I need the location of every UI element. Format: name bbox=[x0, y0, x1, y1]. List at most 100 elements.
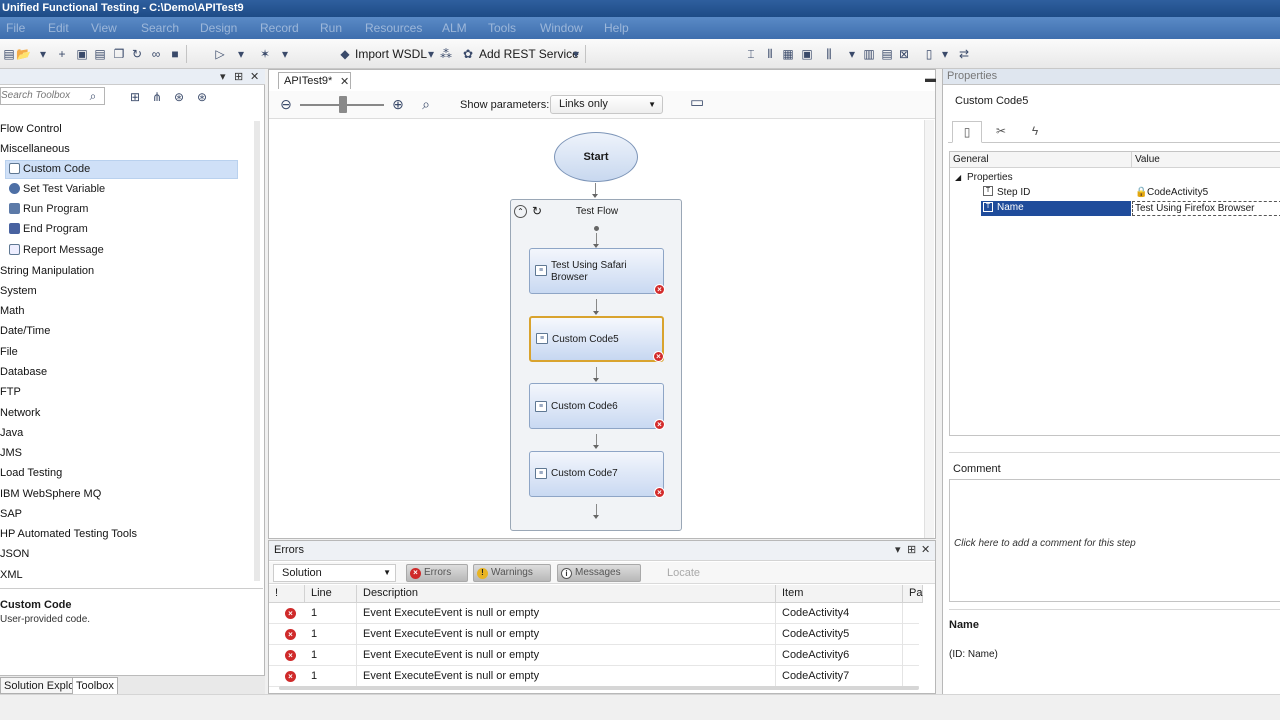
tab-apitest9[interactable]: APITest9* ✕ bbox=[278, 72, 351, 89]
record-dropdown-icon[interactable]: ▾ bbox=[278, 47, 292, 61]
toolbox-tool-1-icon[interactable]: ⊞ bbox=[128, 90, 142, 104]
tree-ibm-websphere-mq[interactable]: IBM WebSphere MQ bbox=[0, 488, 101, 500]
tree-ftp[interactable]: FTP bbox=[0, 386, 21, 398]
tree-flow-control[interactable]: Flow Control bbox=[0, 123, 62, 135]
autohide-icon[interactable]: ⊞ bbox=[234, 70, 243, 83]
tree-end-program[interactable]: End Program bbox=[9, 223, 88, 235]
close-icon[interactable]: ✕ bbox=[340, 74, 349, 90]
tree-report-message[interactable]: Report Message bbox=[9, 244, 104, 256]
close-icon[interactable]: ✕ bbox=[250, 70, 259, 83]
step-custom-code5[interactable]: ≡ Custom Code5 × bbox=[529, 316, 664, 362]
step-custom-code7[interactable]: ≡ Custom Code7 × bbox=[529, 451, 665, 498]
tool-icon-5[interactable]: ⫼ bbox=[822, 47, 836, 61]
tree-run-program[interactable]: Run Program bbox=[9, 203, 88, 215]
tool-icon-3[interactable]: ▦ bbox=[781, 47, 795, 61]
errors-menu-icon[interactable]: ▾ bbox=[895, 541, 901, 560]
tree-string-manipulation[interactable]: String Manipulation bbox=[0, 265, 94, 277]
zoom-out-icon[interactable]: ⊖ bbox=[279, 97, 293, 111]
search-icon[interactable]: ⌕ bbox=[86, 89, 100, 103]
rest-dropdown-icon[interactable]: ▾ bbox=[569, 47, 583, 61]
tab-events-icon[interactable]: ϟ bbox=[1020, 121, 1050, 143]
menu-design[interactable]: Design bbox=[200, 21, 237, 35]
zoom-slider-thumb[interactable] bbox=[339, 96, 347, 113]
tool-icon-7[interactable]: ▤ bbox=[880, 47, 894, 61]
tree-java[interactable]: Java bbox=[0, 427, 23, 439]
menu-search[interactable]: Search bbox=[141, 21, 179, 35]
rest-link-icon[interactable]: ⁂ bbox=[439, 47, 453, 61]
table-row[interactable]: × 1 Event ExecuteEvent is null or empty … bbox=[269, 624, 919, 645]
tab-input-icon[interactable]: ✂ bbox=[986, 121, 1016, 143]
tree-jms[interactable]: JMS bbox=[0, 447, 22, 459]
properties-divider-2[interactable] bbox=[949, 609, 1280, 610]
canvas-scrollbar[interactable] bbox=[924, 120, 934, 538]
menu-help[interactable]: Help bbox=[604, 21, 629, 35]
copy-icon[interactable]: ❐ bbox=[112, 47, 126, 61]
tree-network[interactable]: Network bbox=[0, 407, 40, 419]
tree-system[interactable]: System bbox=[0, 285, 37, 297]
refresh-icon[interactable]: ↻ bbox=[130, 47, 144, 61]
menu-resources[interactable]: Resources bbox=[365, 21, 422, 35]
new-icon[interactable]: ▤ bbox=[2, 47, 16, 61]
locate-button[interactable]: Locate bbox=[667, 567, 700, 579]
tree-database[interactable]: Database bbox=[0, 366, 47, 378]
tab-toolbox[interactable]: Toolbox bbox=[72, 677, 118, 694]
step-test-using-safari[interactable]: ≡ Test Using Safari Browser × bbox=[529, 248, 665, 295]
save-icon[interactable]: ▣ bbox=[75, 47, 89, 61]
pin-icon[interactable]: ▾ bbox=[220, 70, 226, 83]
warnings-filter-button[interactable]: ! Warnings bbox=[473, 564, 551, 582]
menu-edit[interactable]: Edit bbox=[48, 21, 69, 35]
tree-load-testing[interactable]: Load Testing bbox=[0, 467, 62, 479]
import-wsdl-button[interactable]: Import WSDL bbox=[355, 47, 427, 61]
tool-icon-10[interactable]: ⇄ bbox=[957, 47, 971, 61]
menu-alm[interactable]: ALM bbox=[442, 21, 467, 35]
prop-name-input[interactable]: Test Using Firefox Browser bbox=[1132, 201, 1280, 216]
add-rest-service-button[interactable]: Add REST Service bbox=[479, 47, 579, 61]
menu-view[interactable]: View bbox=[91, 21, 117, 35]
table-row[interactable]: × 1 Event ExecuteEvent is null or empty … bbox=[269, 645, 919, 666]
zoom-fit-icon[interactable]: ⌕ bbox=[419, 97, 433, 111]
tree-date-time[interactable]: Date/Time bbox=[0, 325, 50, 337]
doc-menu-icon[interactable]: ▬ bbox=[925, 73, 936, 85]
menu-record[interactable]: Record bbox=[260, 21, 299, 35]
show-parameters-select[interactable]: Links only ▼ bbox=[550, 95, 663, 114]
errors-scrollbar[interactable] bbox=[279, 686, 919, 690]
toolbox-scrollbar[interactable] bbox=[254, 121, 260, 581]
col-item[interactable]: Item bbox=[776, 585, 903, 603]
tool-icon-6[interactable]: ▥ bbox=[862, 47, 876, 61]
errors-filter-button[interactable]: × Errors bbox=[406, 564, 468, 582]
tool-icon-8[interactable]: ⊠ bbox=[897, 47, 911, 61]
start-node[interactable]: Start bbox=[554, 132, 638, 182]
run-icon[interactable]: ▷ bbox=[213, 47, 227, 61]
tree-xml[interactable]: XML bbox=[0, 569, 23, 581]
rest-icon[interactable]: ✿ bbox=[461, 47, 475, 61]
comment-box[interactable]: Click here to add a comment for this ste… bbox=[949, 479, 1280, 602]
test-flow-group[interactable]: ⌃ ↻ Test Flow ≡ Test Using Safari Browse… bbox=[510, 199, 682, 531]
prop-name-row[interactable]: T Name bbox=[981, 201, 1131, 216]
toolbox-divider[interactable] bbox=[0, 588, 263, 589]
menu-run[interactable]: Run bbox=[320, 21, 342, 35]
stop-icon[interactable]: ■ bbox=[168, 47, 182, 61]
tree-json[interactable]: JSON bbox=[0, 548, 29, 560]
wsdl-dropdown-icon[interactable]: ▾ bbox=[424, 47, 438, 61]
add-icon[interactable]: + bbox=[55, 47, 69, 61]
tree-file[interactable]: File bbox=[0, 346, 18, 358]
toolbox-tool-4-icon[interactable]: ⊛ bbox=[195, 90, 209, 104]
col-path[interactable]: Pa bbox=[903, 585, 923, 603]
menu-file[interactable]: File bbox=[6, 21, 25, 35]
menu-tools[interactable]: Tools bbox=[488, 21, 516, 35]
expand-icon[interactable]: ◢ bbox=[955, 171, 961, 185]
tab-general-icon[interactable]: ▯ bbox=[952, 121, 982, 143]
save-all-icon[interactable]: ▤ bbox=[93, 47, 107, 61]
tool-icon-1[interactable]: ⌶ bbox=[744, 47, 758, 61]
link-icon[interactable]: ∞ bbox=[149, 47, 163, 61]
record-icon[interactable]: ✶ bbox=[258, 47, 272, 61]
tool-dropdown-icon[interactable]: ▾ bbox=[845, 47, 859, 61]
col-description[interactable]: Description bbox=[357, 585, 776, 603]
tree-custom-code[interactable]: Custom Code bbox=[5, 160, 238, 179]
toolbox-tool-3-icon[interactable]: ⊛ bbox=[172, 90, 186, 104]
tool-dropdown-2-icon[interactable]: ▾ bbox=[938, 47, 952, 61]
zoom-in-icon[interactable]: ⊕ bbox=[391, 97, 405, 111]
tree-hp-automated-testing-tools[interactable]: HP Automated Testing Tools bbox=[0, 528, 137, 540]
table-row[interactable]: × 1 Event ExecuteEvent is null or empty … bbox=[269, 666, 919, 687]
errors-scope-select[interactable]: Solution ▼ bbox=[273, 564, 396, 582]
